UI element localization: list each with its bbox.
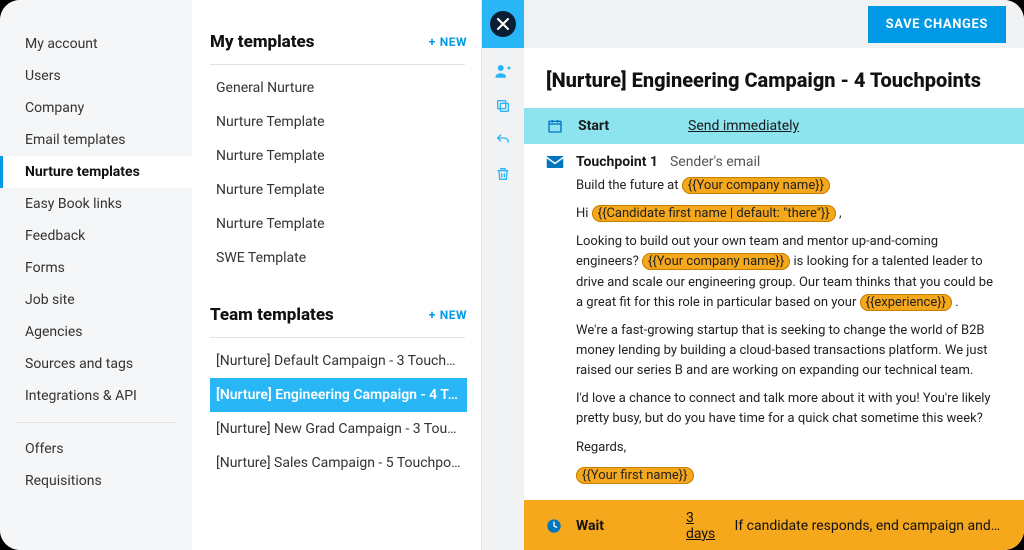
- body-paragraph: I'd love a chance to connect and talk mo…: [576, 389, 1002, 429]
- close-icon: [490, 11, 516, 37]
- copy-icon[interactable]: [495, 98, 511, 114]
- sidenav-easy-book-links[interactable]: Easy Book links: [0, 188, 192, 220]
- start-label: Start: [578, 118, 674, 134]
- touchpoint-1-title: Touchpoint 1: [576, 154, 658, 170]
- team-template-item[interactable]: [Nurture] Engineering Campaign - 4 Touch…: [210, 378, 467, 412]
- touchpoint-1-subtitle: Sender's email: [670, 154, 760, 170]
- sidenav-users[interactable]: Users: [0, 60, 192, 92]
- detail-action-rail: [482, 48, 524, 550]
- delete-icon[interactable]: [495, 166, 511, 182]
- sidenav-feedback[interactable]: Feedback: [0, 220, 192, 252]
- my-templates-header: My templates + NEW: [210, 24, 471, 62]
- new-my-template-button[interactable]: + NEW: [429, 35, 467, 49]
- token-candidate-first-name[interactable]: {{Candidate first name | default: "there…: [592, 205, 836, 222]
- team-template-item[interactable]: [Nurture] New Grad Campaign - 3 Touchpoi…: [210, 412, 467, 446]
- sidenav-agencies[interactable]: Agencies: [0, 316, 192, 348]
- hi-post: ,: [836, 206, 842, 221]
- sidenav-offers[interactable]: Offers: [0, 433, 192, 465]
- sidenav-requisitions[interactable]: Requisitions: [0, 465, 192, 497]
- my-template-item[interactable]: Nurture Template: [210, 105, 467, 139]
- my-template-item[interactable]: General Nurture: [210, 71, 467, 105]
- start-row[interactable]: Start Send immediately: [524, 108, 1024, 144]
- my-template-item[interactable]: Nurture Template: [210, 207, 467, 241]
- app-window: My account Users Company Email templates…: [0, 0, 1024, 550]
- sidenav-sources-and-tags[interactable]: Sources and tags: [0, 348, 192, 380]
- divider: [210, 64, 465, 65]
- wait-condition: If candidate responds, end campaign and …: [735, 518, 1002, 534]
- my-template-item[interactable]: SWE Template: [210, 241, 467, 275]
- team-template-item[interactable]: [Nurture] Default Campaign - 3 Touchpoin…: [210, 344, 467, 378]
- plus-icon: +: [429, 35, 436, 49]
- template-title: [Nurture] Engineering Campaign - 4 Touch…: [524, 48, 1024, 108]
- hi-pre: Hi: [576, 206, 592, 221]
- p1-post: .: [952, 295, 959, 310]
- wait-label: Wait: [576, 518, 672, 534]
- wait-value[interactable]: 3 days: [686, 510, 721, 542]
- calendar-icon: [546, 118, 564, 134]
- token-company-name[interactable]: {{Your company name}}: [682, 177, 830, 194]
- clock-icon: [546, 518, 562, 534]
- subject-pre: Build the future at: [576, 178, 682, 193]
- touchpoint-1-body[interactable]: Build the future at {{Your company name}…: [546, 176, 1002, 486]
- new-team-template-label: NEW: [440, 308, 467, 322]
- team-templates-heading: Team templates: [210, 305, 334, 325]
- touchpoint-1: Touchpoint 1 Sender's email Build the fu…: [524, 144, 1024, 500]
- my-templates-heading: My templates: [210, 32, 315, 52]
- mail-icon: [546, 155, 564, 169]
- start-value[interactable]: Send immediately: [688, 118, 799, 134]
- sidenav-forms[interactable]: Forms: [0, 252, 192, 284]
- settings-sidenav: My account Users Company Email templates…: [0, 0, 192, 550]
- save-changes-button[interactable]: SAVE CHANGES: [868, 6, 1006, 43]
- team-templates-header: Team templates + NEW: [210, 297, 471, 335]
- sidenav-nurture-templates[interactable]: Nurture templates: [0, 156, 192, 188]
- wait-row[interactable]: Wait 3 days If candidate responds, end c…: [524, 500, 1024, 550]
- my-template-item[interactable]: Nurture Template: [210, 139, 467, 173]
- close-panel-button[interactable]: [482, 0, 524, 48]
- sidenav-email-templates[interactable]: Email templates: [0, 124, 192, 156]
- sidenav-divider: [16, 422, 176, 423]
- new-my-template-label: NEW: [440, 35, 467, 49]
- my-template-item[interactable]: Nurture Template: [210, 173, 467, 207]
- templates-column: My templates + NEW General Nurture Nurtu…: [192, 0, 482, 550]
- sidenav-my-account[interactable]: My account: [0, 28, 192, 60]
- body-paragraph: We're a fast-growing startup that is see…: [576, 321, 1002, 381]
- token-experience[interactable]: {{experience}}: [860, 294, 952, 311]
- token-company-name[interactable]: {{Your company name}}: [642, 253, 790, 270]
- sidenav-integrations-api[interactable]: Integrations & API: [0, 380, 192, 412]
- template-content: [Nurture] Engineering Campaign - 4 Touch…: [524, 48, 1024, 550]
- divider: [210, 337, 465, 338]
- plus-icon: +: [429, 308, 436, 322]
- template-detail-panel: SAVE CHANGES [Nurture] Engineering Campa…: [482, 0, 1024, 550]
- new-team-template-button[interactable]: + NEW: [429, 308, 467, 322]
- sidenav-company[interactable]: Company: [0, 92, 192, 124]
- token-your-first-name[interactable]: {{Your first name}}: [576, 467, 694, 484]
- signoff-line: Regards,: [576, 438, 1002, 458]
- sidenav-job-site[interactable]: Job site: [0, 284, 192, 316]
- undo-icon[interactable]: [495, 132, 511, 148]
- assign-icon[interactable]: [494, 62, 512, 80]
- team-template-item[interactable]: [Nurture] Sales Campaign - 5 Touchpoints: [210, 446, 467, 480]
